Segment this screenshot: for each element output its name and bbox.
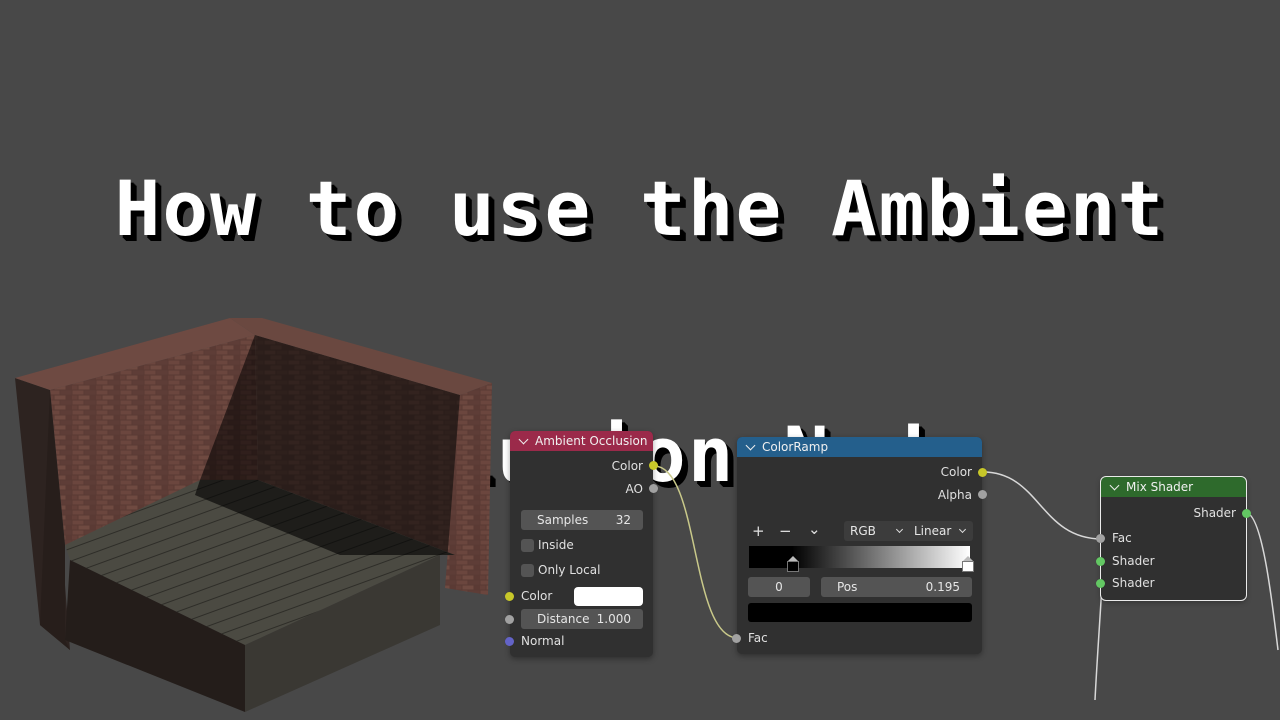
output-shader-socket[interactable] xyxy=(1242,509,1251,518)
inside-label: Inside xyxy=(538,538,574,552)
node-title: ColorRamp xyxy=(762,440,829,454)
only-local-checkbox[interactable] xyxy=(521,564,534,577)
color-swatch[interactable] xyxy=(574,587,643,606)
add-stop-button[interactable]: + xyxy=(752,521,765,541)
input-color-socket[interactable] xyxy=(505,592,514,601)
samples-label: Samples xyxy=(537,513,589,527)
color-ramp-gradient[interactable] xyxy=(749,546,970,568)
input-normal-label: Normal xyxy=(521,634,565,648)
output-color-label: Color xyxy=(611,459,643,473)
interpolation-dropdown[interactable]: Linear xyxy=(910,521,973,541)
distance-value: 1.000 xyxy=(596,612,631,626)
output-alpha-label: Alpha xyxy=(937,488,972,502)
input-fac-socket[interactable] xyxy=(732,634,741,643)
pos-value: 0.195 xyxy=(925,580,960,594)
input-shader-1-socket[interactable] xyxy=(1096,557,1105,566)
color-mode-dropdown[interactable]: RGB xyxy=(844,521,910,541)
chevron-down-icon xyxy=(895,525,904,534)
input-normal-socket[interactable] xyxy=(505,637,514,646)
active-stop-color[interactable] xyxy=(748,603,972,622)
node-title: Mix Shader xyxy=(1126,480,1194,494)
input-distance-socket[interactable] xyxy=(505,615,514,624)
input-color-label: Color xyxy=(521,589,553,603)
collapse-chevron-icon[interactable] xyxy=(1109,480,1120,490)
ambient-occlusion-header[interactable]: Ambient Occlusion xyxy=(510,431,653,451)
ramp-menu-button[interactable]: ⌄ xyxy=(808,519,821,539)
input-shader-2-label: Shader xyxy=(1112,576,1155,590)
input-fac-socket[interactable] xyxy=(1096,534,1105,543)
mix-shader-node[interactable]: Mix Shader Shader Fac Shader Shader xyxy=(1096,476,1251,601)
output-ao-label: AO xyxy=(625,482,643,496)
only-local-label: Only Local xyxy=(538,563,601,577)
output-color-label: Color xyxy=(940,465,972,479)
color-ramp-header[interactable]: ColorRamp xyxy=(737,437,982,457)
stop-0-marker[interactable] xyxy=(787,561,799,572)
distance-field[interactable]: Distance 1.000 xyxy=(521,609,643,629)
output-color-socket[interactable] xyxy=(649,461,658,470)
title-line-1: How to use the Ambient xyxy=(114,164,1166,253)
input-fac-label: Fac xyxy=(748,631,768,645)
color-ramp-node[interactable]: ColorRamp Color Alpha + − ⌄ RGB Linear 0… xyxy=(732,437,987,654)
input-fac-label: Fac xyxy=(1112,531,1132,545)
collapse-chevron-icon[interactable] xyxy=(745,440,756,450)
samples-value: 32 xyxy=(615,513,631,527)
active-stop-index: 0 xyxy=(775,580,783,594)
pos-label: Pos xyxy=(837,580,858,594)
collapse-chevron-icon[interactable] xyxy=(518,434,529,444)
color-mode-value: RGB xyxy=(850,524,876,538)
input-shader-2-socket[interactable] xyxy=(1096,579,1105,588)
active-stop-index-field[interactable]: 0 xyxy=(748,577,810,597)
stop-1-marker[interactable] xyxy=(962,561,974,572)
distance-label: Distance xyxy=(537,612,590,626)
output-color-socket[interactable] xyxy=(978,468,987,477)
remove-stop-button[interactable]: − xyxy=(779,521,792,541)
samples-field[interactable]: Samples 32 xyxy=(521,510,643,530)
stop-position-field[interactable]: Pos 0.195 xyxy=(821,577,972,597)
ambient-occlusion-node[interactable]: Ambient Occlusion Color AO Samples 32 In… xyxy=(505,431,658,657)
node-title: Ambient Occlusion xyxy=(535,434,648,448)
mix-shader-header[interactable]: Mix Shader xyxy=(1101,477,1246,497)
render-preview xyxy=(15,318,492,712)
output-alpha-socket[interactable] xyxy=(978,490,987,499)
output-ao-socket[interactable] xyxy=(649,484,658,493)
input-shader-1-label: Shader xyxy=(1112,554,1155,568)
link-into-mix-shader-2 xyxy=(1094,583,1103,701)
chevron-down-icon xyxy=(958,525,967,534)
output-shader-label: Shader xyxy=(1193,506,1236,520)
inside-checkbox[interactable] xyxy=(521,539,534,552)
interpolation-value: Linear xyxy=(914,524,952,538)
